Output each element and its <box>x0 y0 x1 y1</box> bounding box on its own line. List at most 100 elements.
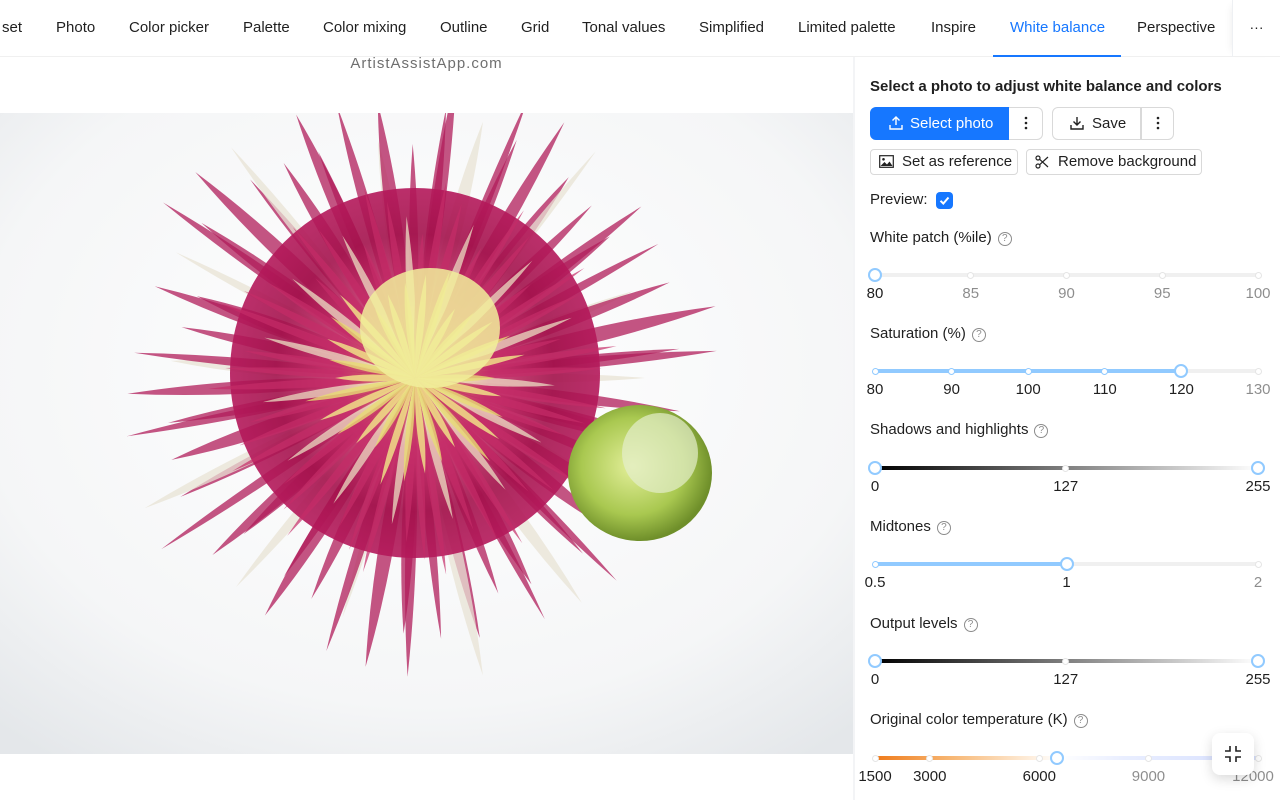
tab-perspective[interactable]: Perspective <box>1137 0 1215 57</box>
slider-dot <box>948 368 956 375</box>
tab-color-picker[interactable]: Color picker <box>129 0 209 57</box>
fullscreen-exit-icon <box>1225 746 1241 762</box>
midtones-slider[interactable]: 0.5 1 2 <box>865 554 1262 591</box>
tab-white-balance[interactable]: White balance <box>1010 0 1105 57</box>
slider-mark: 110 <box>1092 381 1117 398</box>
shadows-highlights-label: Shadows and highlights? <box>870 421 1049 438</box>
help-icon[interactable]: ? <box>971 328 986 342</box>
remove-background-label: Remove background <box>1058 153 1197 170</box>
upload-icon <box>889 116 903 130</box>
flower-painting <box>0 113 853 754</box>
slider-dot <box>1144 755 1152 762</box>
slider-mark: 255 <box>1245 478 1271 495</box>
more-vertical-icon <box>1024 116 1028 130</box>
slider-mark: 80 <box>866 285 884 302</box>
remove-background-button[interactable]: Remove background <box>1026 149 1202 175</box>
slider-mark: 9000 <box>1131 768 1166 785</box>
slider-handle[interactable] <box>1059 557 1074 571</box>
save-label: Save <box>1092 115 1127 132</box>
tab-photo[interactable]: Photo <box>56 0 95 57</box>
slider-handle[interactable] <box>1174 364 1189 378</box>
saturation-slider[interactable]: 80 90 100 110 120 130 <box>867 361 1271 398</box>
slider-handle-min[interactable] <box>868 461 882 475</box>
select-photo-more-button[interactable] <box>1009 107 1043 140</box>
slider-dot <box>1254 272 1262 279</box>
slider-mark: 130 <box>1245 381 1271 398</box>
slider-dot <box>1062 658 1070 665</box>
slider-dot <box>1101 368 1109 375</box>
slider-dot <box>1024 368 1032 375</box>
slider-mark: 2 <box>1253 574 1263 591</box>
shadows-highlights-slider[interactable]: 0 127 255 <box>868 458 1271 495</box>
slider-mark: 90 <box>943 381 960 398</box>
slider-mark: 85 <box>962 285 980 302</box>
slider-mark: 90 <box>1058 285 1075 302</box>
help-icon[interactable]: ? <box>1073 714 1088 728</box>
tab-bar: set Photo Color picker Palette Color mix… <box>0 0 1280 57</box>
slider-mark: 95 <box>1153 285 1171 302</box>
slider-mark: 100 <box>1245 285 1271 302</box>
slider-track <box>875 562 1067 566</box>
slider-mark: 1 <box>1062 574 1071 591</box>
photo-canvas[interactable] <box>0 113 853 754</box>
slider-dot <box>1158 272 1166 279</box>
watermark: ArtistAssistApp.com <box>350 55 503 72</box>
save-more-button[interactable] <box>1141 107 1174 140</box>
exit-fullscreen-button[interactable] <box>1212 733 1254 775</box>
slider-dot <box>1254 368 1262 375</box>
preview-label: Preview: <box>870 191 928 208</box>
download-icon <box>1070 117 1084 130</box>
help-icon[interactable]: ? <box>1034 424 1049 438</box>
save-button[interactable]: Save <box>1052 107 1141 140</box>
preview-checkbox[interactable] <box>936 192 953 209</box>
tab-inspire[interactable]: Inspire <box>931 0 976 57</box>
slider-mark: 0.5 <box>864 574 886 591</box>
slider-dot <box>1254 755 1262 762</box>
tab-outline[interactable]: Outline <box>440 0 488 57</box>
slider-dot <box>1254 561 1262 568</box>
slider-dot <box>1035 755 1043 762</box>
slider-mark: 3000 <box>913 768 947 785</box>
select-photo-label: Select photo <box>910 115 994 132</box>
scissors-icon <box>1035 155 1049 169</box>
slider-mark: 1500 <box>858 768 892 785</box>
color-temperature-slider[interactable]: 1500 3000 6000 9000 12000 <box>858 748 1274 785</box>
color-temperature-label: Original color temperature (K)? <box>870 711 1088 728</box>
panel-title: Select a photo to adjust white balance a… <box>870 78 1222 95</box>
tab-simplified[interactable]: Simplified <box>699 0 764 57</box>
select-photo-button[interactable]: Select photo <box>870 107 1009 140</box>
slider-mark: 80 <box>866 381 884 398</box>
tab-limited-palette[interactable]: Limited palette <box>798 0 896 57</box>
slider-dot <box>871 561 879 568</box>
slider-mark: 6000 <box>1022 768 1056 785</box>
slider-dot <box>967 272 975 279</box>
slider-dot <box>871 368 879 375</box>
tab-color-mixing[interactable]: Color mixing <box>323 0 406 57</box>
slider-mark: 127 <box>1053 671 1079 688</box>
set-as-reference-button[interactable]: Set as reference <box>870 149 1018 175</box>
help-icon[interactable]: ? <box>997 232 1012 246</box>
slider-handle-min[interactable] <box>868 654 882 668</box>
saturation-label: Saturation (%)? <box>870 325 986 342</box>
more-tabs-button[interactable]: ··· <box>1232 0 1280 57</box>
white-patch-slider[interactable]: 80 85 90 95 100 <box>867 265 1271 302</box>
slider-mark: 120 <box>1168 381 1194 398</box>
tab-tonal-values[interactable]: Tonal values <box>582 0 665 57</box>
slider-handle[interactable] <box>1050 751 1065 765</box>
slider-handle[interactable] <box>868 268 882 282</box>
white-patch-label: White patch (%ile)? <box>870 229 1012 246</box>
slider-dot <box>926 755 934 762</box>
tab-grid[interactable]: Grid <box>521 0 549 57</box>
check-icon <box>939 196 950 205</box>
settings-panel: Select a photo to adjust white balance a… <box>855 57 1280 800</box>
output-levels-slider[interactable]: 0 127 255 <box>868 651 1271 688</box>
slider-dot <box>1063 272 1070 279</box>
help-icon[interactable]: ? <box>963 618 978 632</box>
slider-handle-max[interactable] <box>1251 654 1265 668</box>
tab-palette[interactable]: Palette <box>243 0 290 57</box>
tab-preset[interactable]: set <box>2 0 22 57</box>
set-as-reference-label: Set as reference <box>902 153 1013 170</box>
slider-mark: 100 <box>1015 381 1041 398</box>
slider-handle-max[interactable] <box>1251 461 1265 475</box>
help-icon[interactable]: ? <box>936 521 951 535</box>
